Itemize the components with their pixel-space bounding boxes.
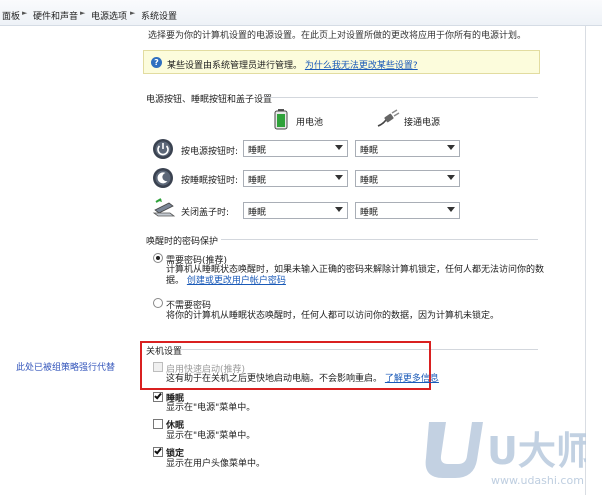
radio-selected-dot (156, 256, 160, 260)
laptop-lid-icon (152, 197, 176, 219)
chevron-down-icon (335, 175, 343, 180)
battery-column-label: 用电池 (296, 118, 324, 128)
select-value: 睡眠 (360, 146, 379, 156)
breadcrumb-item-power-options[interactable]: 电源选项 (91, 9, 127, 22)
hibernate-option-description: 显示在"电源"菜单中。 (166, 431, 256, 441)
select-value: 睡眠 (360, 176, 379, 186)
section-divider (221, 239, 538, 240)
no-password-radio[interactable] (153, 298, 163, 308)
power-button-plugged-select[interactable]: 睡眠 (355, 140, 460, 157)
close-lid-label: 关闭盖子时: (181, 208, 230, 218)
select-value: 睡眠 (248, 176, 267, 186)
power-button-label: 按电源按钮时: (181, 147, 239, 157)
sleep-option-description: 显示在"电源"菜单中。 (166, 403, 256, 413)
breadcrumb-item-hardware-sound[interactable]: 硬件和声音 (33, 9, 78, 22)
fast-startup-description: 这有助于在关机之后更快地启动电脑。不会影响重启。 (166, 374, 383, 384)
require-password-radio[interactable] (153, 253, 163, 263)
chevron-right-icon: ► (22, 9, 28, 17)
breadcrumb-item-control-panel[interactable]: 面板 (2, 9, 20, 22)
info-icon: ? (151, 57, 162, 68)
admin-info-bar: ? 某些设置由系统管理员进行管理。 为什么我无法更改某些设置? (143, 50, 540, 74)
power-button-icon (152, 138, 174, 160)
close-lid-plugged-select[interactable]: 睡眠 (355, 202, 460, 219)
hibernate-checkbox[interactable] (153, 419, 163, 429)
chevron-down-icon (447, 145, 455, 150)
sleep-button-plugged-select[interactable]: 睡眠 (355, 170, 460, 187)
udashi-watermark: U大师 www.udashi.com (421, 414, 594, 489)
checkmark-icon (154, 391, 162, 400)
lock-option-description: 显示在用户头像菜单中。 (166, 459, 266, 469)
info-bar-text: 某些设置由系统管理员进行管理。 为什么我无法更改某些设置? (167, 58, 418, 71)
breadcrumb-item-system-settings[interactable]: 系统设置 (141, 9, 177, 22)
sleep-button-icon (152, 167, 174, 189)
require-password-description-cont: 据。 (166, 276, 185, 286)
chevron-right-icon: ► (130, 9, 136, 17)
plug-icon (376, 108, 400, 130)
close-lid-battery-select[interactable]: 睡眠 (243, 202, 348, 219)
info-bar-message: 某些设置由系统管理员进行管理。 (167, 61, 303, 71)
sleep-button-label: 按睡眠按钮时: (181, 176, 239, 186)
power-button-battery-select[interactable]: 睡眠 (243, 140, 348, 157)
sleep-checkbox[interactable] (153, 391, 163, 402)
watermark-brand-text: U大师 (487, 429, 586, 473)
select-value: 睡眠 (248, 146, 267, 156)
chevron-down-icon (335, 207, 343, 212)
no-password-description: 将你的计算机从睡眠状态唤醒时，任何人都可以访问你的数据，因为计算机未锁定。 (166, 311, 500, 321)
chevron-right-icon: ► (80, 9, 86, 17)
page-description: 选择要为你的计算机设置的电源设置。在此页上对设置所做的更改将应用于你所有的电源计… (148, 31, 527, 41)
chevron-down-icon (447, 175, 455, 180)
change-password-link[interactable]: 创建或更改用户帐户密码 (187, 276, 286, 286)
battery-icon (270, 108, 292, 130)
power-buttons-section-title: 电源按钮、睡眠按钮和盖子设置 (146, 95, 273, 105)
watermark-url-text: www.udashi.com (491, 474, 584, 487)
select-value: 睡眠 (248, 208, 267, 218)
policy-override-note: 此处已被组策略强行代替 (16, 363, 116, 373)
lock-checkbox[interactable] (153, 446, 163, 457)
select-value: 睡眠 (360, 208, 379, 218)
fast-startup-checkbox[interactable] (153, 362, 163, 372)
chevron-down-icon (335, 145, 343, 150)
breadcrumb: 面板 ► 硬件和声音 ► 电源选项 ► 系统设置 (0, 0, 602, 26)
sleep-button-battery-select[interactable]: 睡眠 (243, 170, 348, 187)
section-divider (263, 97, 538, 98)
chevron-down-icon (447, 207, 455, 212)
learn-more-link[interactable]: 了解更多信息 (385, 374, 439, 384)
checkmark-icon (154, 446, 162, 455)
why-cant-change-link[interactable]: 为什么我无法更改某些设置? (305, 61, 418, 71)
password-section-title: 唤醒时的密码保护 (146, 237, 219, 247)
plugged-in-column-label: 接通电源 (404, 118, 441, 128)
